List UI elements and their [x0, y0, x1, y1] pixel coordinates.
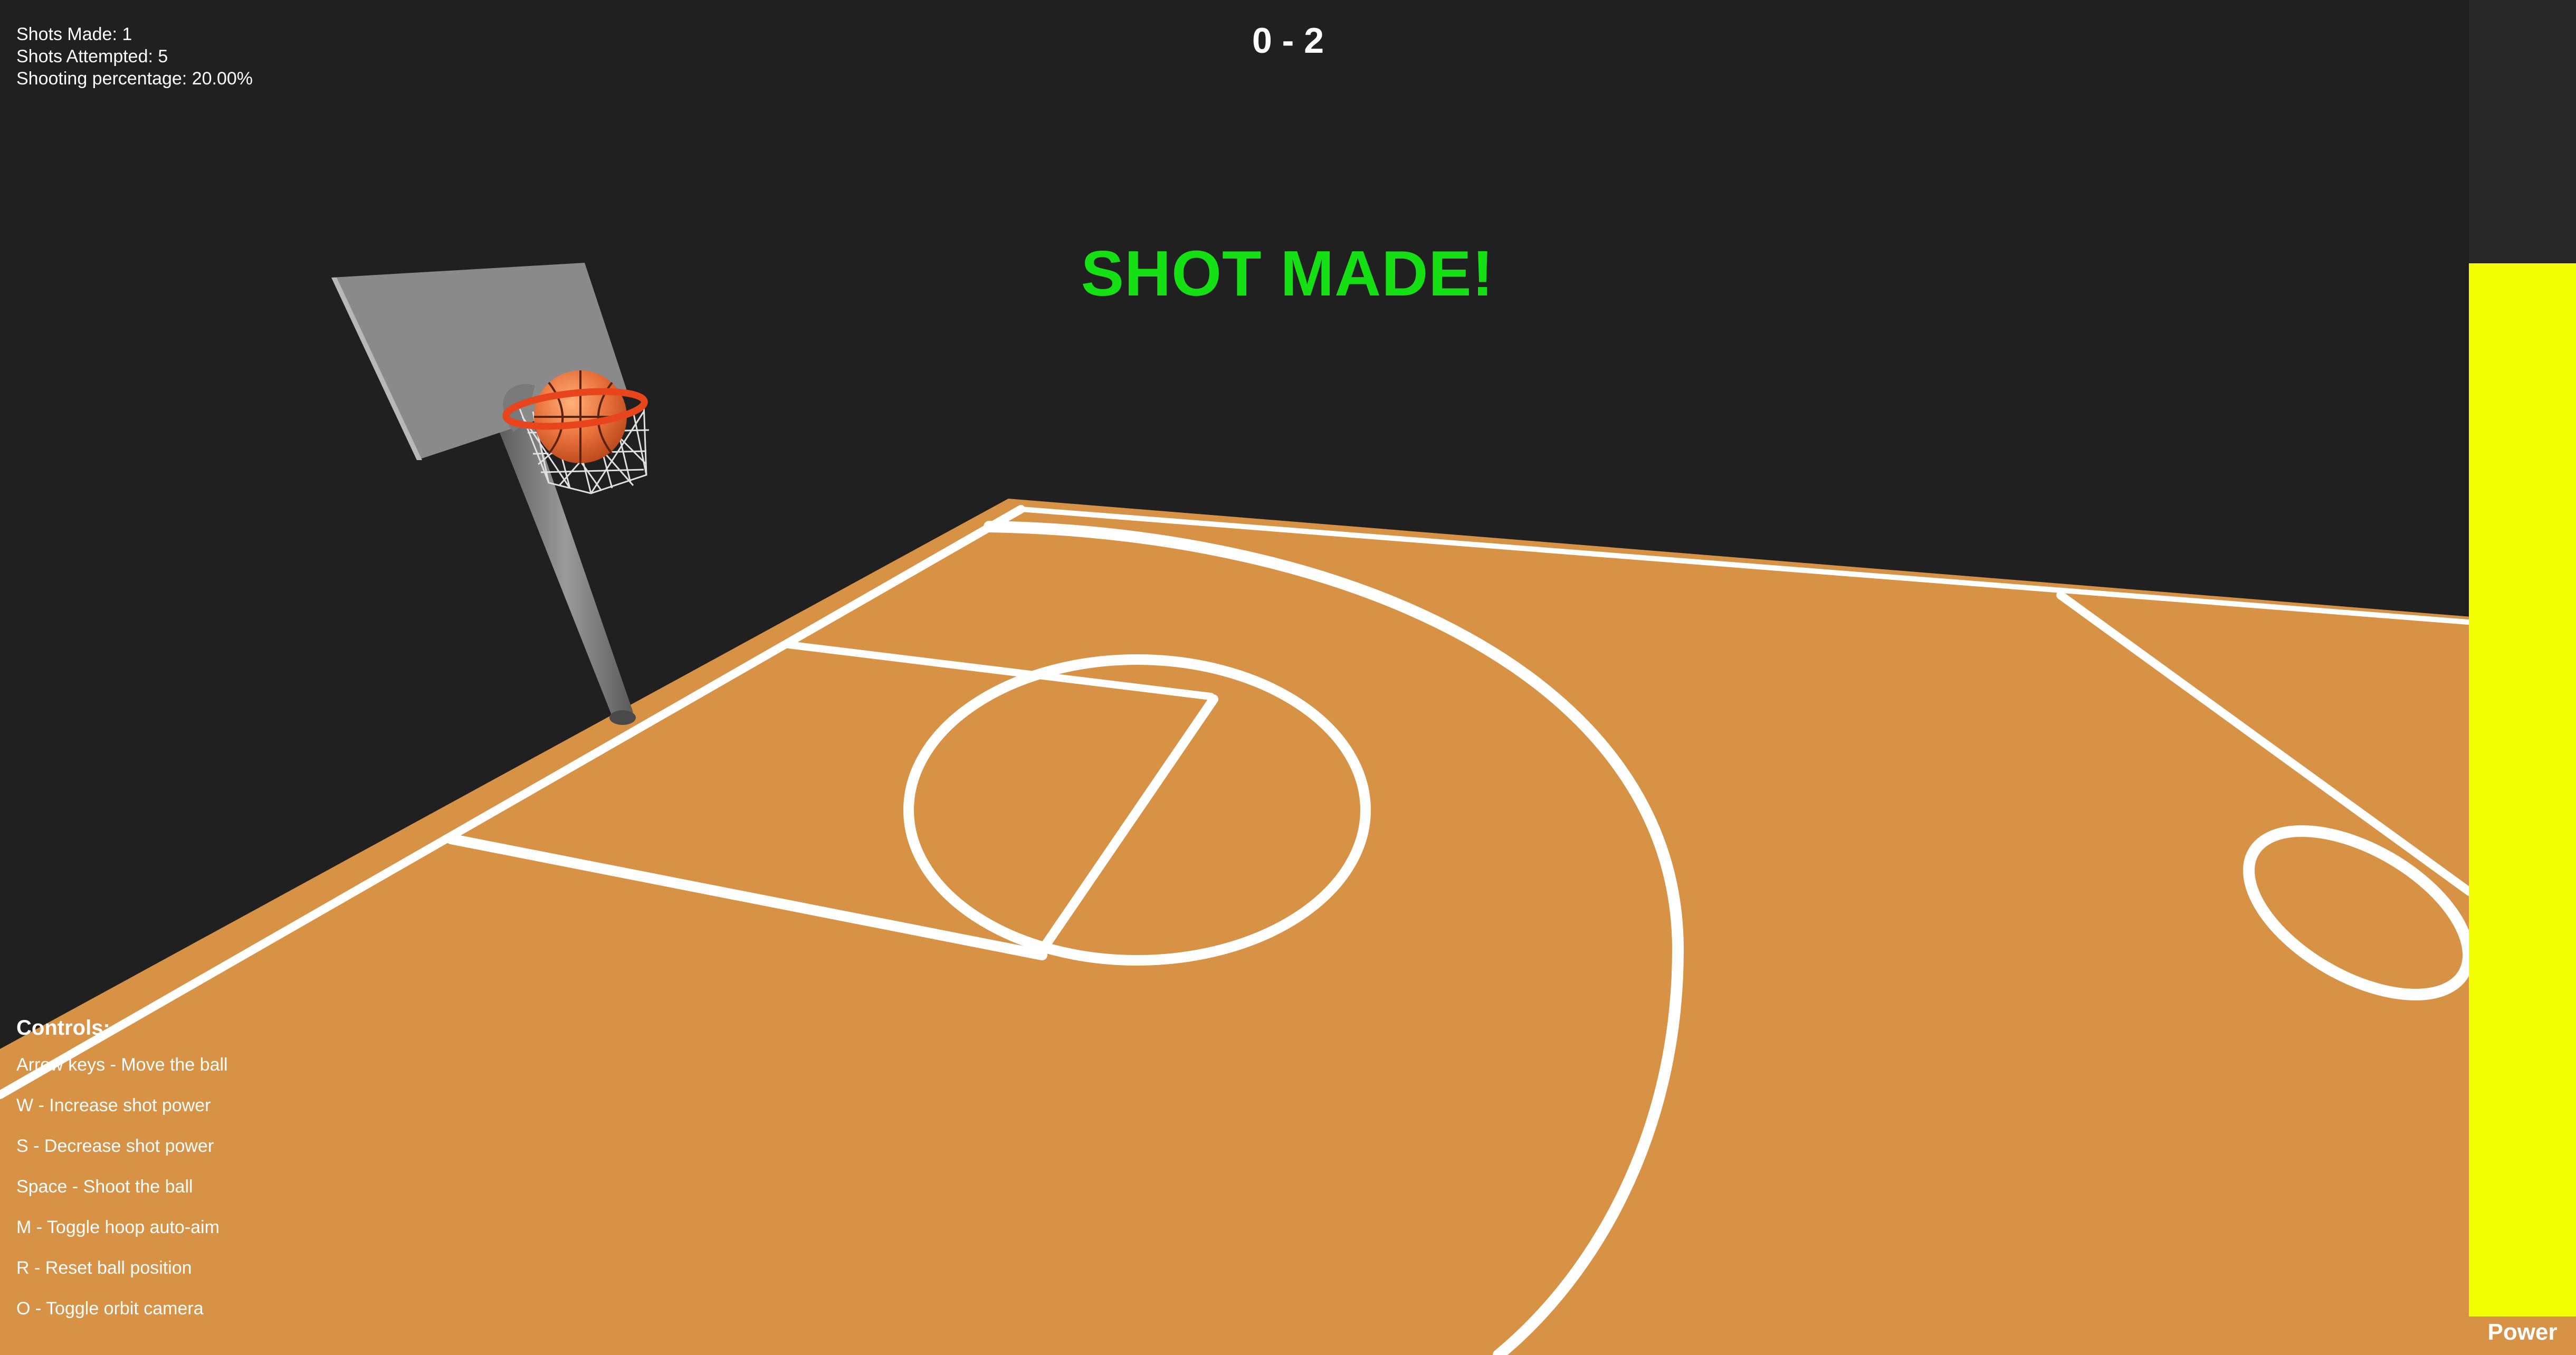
court-scene	[0, 263, 2576, 1355]
power-meter	[2469, 0, 2576, 1316]
shots-made: Shots Made: 1	[16, 24, 132, 44]
hoop-pole	[499, 422, 633, 723]
control-reset: R - Reset ball position	[16, 1258, 192, 1278]
controls-panel: Controls: Arrow keys - Move the ball W -…	[16, 1016, 228, 1339]
power-label: Power	[2487, 1319, 2558, 1345]
pole-base	[609, 710, 636, 725]
shots-attempted: Shots Attempted: 5	[16, 46, 168, 66]
control-shoot: Space - Shoot the ball	[16, 1177, 193, 1197]
shot-made-message: SHOT MADE!	[1081, 237, 1494, 309]
power-meter-fill	[2469, 263, 2576, 1316]
control-orbit-camera: O - Toggle orbit camera	[16, 1299, 204, 1319]
shot-stats: Shots Made: 1 Shots Attempted: 5 Shootin…	[16, 23, 253, 90]
control-decrease-power: S - Decrease shot power	[16, 1136, 214, 1156]
control-increase-power: W - Increase shot power	[16, 1095, 211, 1115]
control-auto-aim: M - Toggle hoop auto-aim	[16, 1217, 220, 1237]
game-viewport[interactable]: Shots Made: 1 Shots Attempted: 5 Shootin…	[0, 0, 2576, 1355]
shooting-percentage: Shooting percentage: 20.00%	[16, 69, 253, 89]
control-move: Arrow keys - Move the ball	[16, 1055, 228, 1075]
controls-title: Controls:	[16, 1016, 110, 1039]
scoreboard: 0 - 2	[1252, 21, 1324, 61]
